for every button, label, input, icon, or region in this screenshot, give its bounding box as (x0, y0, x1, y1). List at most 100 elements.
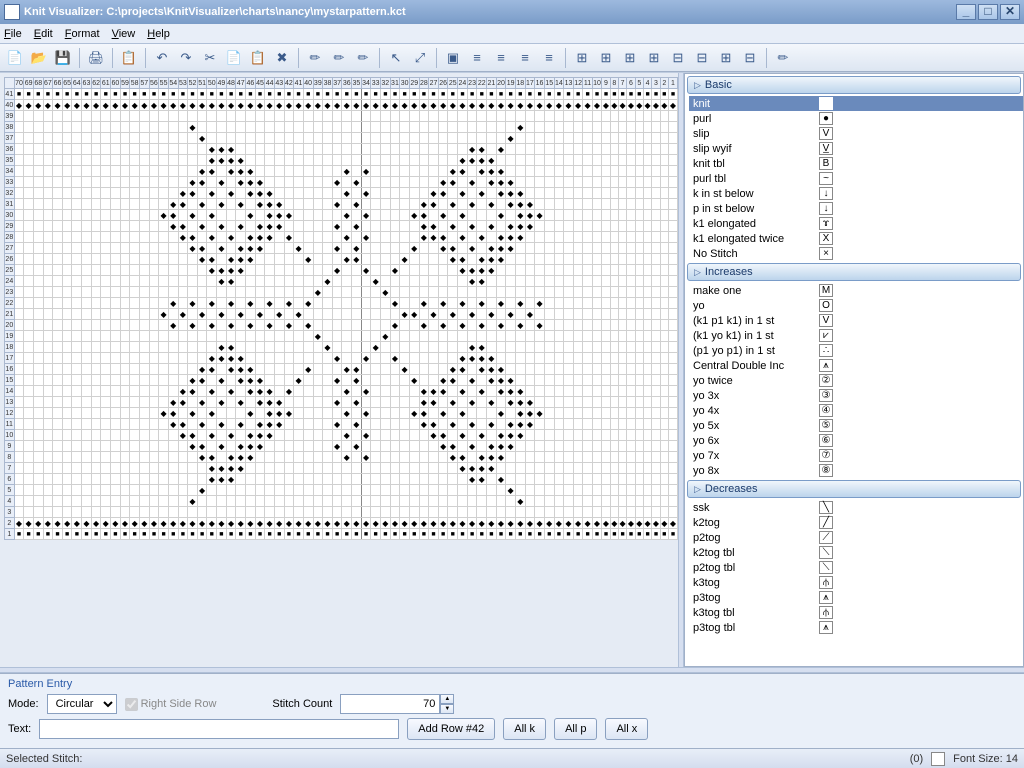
toolbar-btn-28[interactable]: ⊞ (571, 47, 593, 69)
toolbar-btn-19[interactable]: ↖ (385, 47, 407, 69)
palette-section-basic[interactable]: ▷ Basic (687, 76, 1021, 94)
stitch-yo-twice[interactable]: yo twice② (689, 373, 1023, 388)
toolbar-btn-17[interactable]: ✏ (352, 47, 374, 69)
rsr-checkbox: Right Side Row (125, 698, 217, 711)
stitch-palette[interactable]: ▷ Basic knitpurl●slipVslip wyifV̲knit tbl… (684, 73, 1024, 667)
toolbar-btn-0[interactable]: 📄 (4, 47, 26, 69)
toolbar-btn-16[interactable]: ✏ (328, 47, 350, 69)
toolbar-btn-30[interactable]: ⊞ (619, 47, 641, 69)
toolbar-btn-23[interactable]: ≡ (466, 47, 488, 69)
toolbar-btn-33[interactable]: ⊟ (691, 47, 713, 69)
maximize-button[interactable]: □ (978, 4, 998, 20)
toolbar-btn-25[interactable]: ≡ (514, 47, 536, 69)
toolbar-btn-13[interactable]: ✖ (271, 47, 293, 69)
toolbar-btn-29[interactable]: ⊞ (595, 47, 617, 69)
pattern-entry-panel: Pattern Entry Mode: Circular Right Side … (0, 673, 1024, 748)
toolbar-btn-34[interactable]: ⊞ (715, 47, 737, 69)
mode-select[interactable]: Circular (47, 694, 117, 714)
toolbar-btn-9[interactable]: ↷ (175, 47, 197, 69)
toolbar-btn-4[interactable]: 🖨 (85, 47, 107, 69)
spin-up[interactable]: ▲ (440, 694, 454, 704)
stitch-yo-3x[interactable]: yo 3x③ (689, 388, 1023, 403)
stitch-p3tog[interactable]: p3tog⩚ (689, 590, 1023, 605)
toolbar-btn-20[interactable]: ⤢ (409, 47, 431, 69)
close-button[interactable]: ✕ (1000, 4, 1020, 20)
toolbar-btn-11[interactable]: 📄 (223, 47, 245, 69)
toolbar-btn-24[interactable]: ≡ (490, 47, 512, 69)
stitch-knit-tbl[interactable]: knit tblB (689, 156, 1023, 171)
menu-format[interactable]: Format (65, 28, 100, 40)
status-icon (931, 752, 945, 766)
stitch-(p1-yo-p1)-in-1-st[interactable]: (p1 yo p1) in 1 st∴ (689, 343, 1023, 358)
add-row-button[interactable]: Add Row #42 (407, 718, 495, 740)
titlebar: Knit Visualizer: C:\projects\KnitVisuali… (0, 0, 1024, 24)
toolbar-btn-15[interactable]: ✏ (304, 47, 326, 69)
stitch-p3tog-tbl[interactable]: p3tog tbl⩚ (689, 620, 1023, 635)
stitch-slip[interactable]: slipV (689, 126, 1023, 141)
toolbar-btn-37[interactable]: ✏ (772, 47, 794, 69)
panel-title: Pattern Entry (8, 678, 1016, 690)
stitch-yo-4x[interactable]: yo 4x④ (689, 403, 1023, 418)
palette-section-increases[interactable]: ▷ Increases (687, 263, 1021, 281)
all-p-button[interactable]: All p (554, 718, 597, 740)
stitch-p-in-st-below[interactable]: p in st below↓ (689, 201, 1023, 216)
stitch-No-Stitch[interactable]: No Stitch× (689, 246, 1023, 261)
fontsize-label: Font Size: 14 (953, 753, 1018, 765)
stitch-(k1-yo-k1)-in-1-st[interactable]: (k1 yo k1) in 1 st⩗ (689, 328, 1023, 343)
stitch-count-input[interactable] (340, 694, 440, 714)
minimize-button[interactable]: _ (956, 4, 976, 20)
palette-section-decreases[interactable]: ▷ Decreases (687, 480, 1021, 498)
stitch-k3tog[interactable]: k3tog⫛ (689, 575, 1023, 590)
toolbar-btn-8[interactable]: ↶ (151, 47, 173, 69)
toolbar-btn-35[interactable]: ⊟ (739, 47, 761, 69)
status-bar: Selected Stitch: (0) Font Size: 14 (0, 748, 1024, 768)
stitch-k1-elongated-twice[interactable]: k1 elongated twiceX (689, 231, 1023, 246)
stitch-make-one[interactable]: make oneM (689, 283, 1023, 298)
stitch-Central-Double-Inc[interactable]: Central Double Inc⩚ (689, 358, 1023, 373)
menu-help[interactable]: Help (147, 28, 170, 40)
menubar: File Edit Format View Help (0, 24, 1024, 44)
toolbar-btn-32[interactable]: ⊟ (667, 47, 689, 69)
toolbar: 📄📂💾🖨📋↶↷✂📄📋✖✏✏✏↖⤢▣≡≡≡≡⊞⊞⊞⊞⊟⊟⊞⊟✏ (0, 44, 1024, 72)
stitch-knit[interactable]: knit (689, 96, 1023, 111)
toolbar-btn-1[interactable]: 📂 (28, 47, 50, 69)
stitch-purl-tbl[interactable]: purl tbl~ (689, 171, 1023, 186)
toolbar-btn-6[interactable]: 📋 (118, 47, 140, 69)
stitch-yo-8x[interactable]: yo 8x⑧ (689, 463, 1023, 478)
stitch-yo-6x[interactable]: yo 6x⑥ (689, 433, 1023, 448)
stitch-k1-elongated[interactable]: k1 elongatedɤ (689, 216, 1023, 231)
menu-view[interactable]: View (112, 28, 136, 40)
toolbar-btn-26[interactable]: ≡ (538, 47, 560, 69)
text-input[interactable] (39, 719, 399, 739)
stitch-slip-wyif[interactable]: slip wyifV̲ (689, 141, 1023, 156)
toolbar-btn-12[interactable]: 📋 (247, 47, 269, 69)
spin-down[interactable]: ▼ (440, 704, 454, 714)
stitch-ssk[interactable]: ssk╲ (689, 500, 1023, 515)
stitch-k3tog-tbl[interactable]: k3tog tbl⫛ (689, 605, 1023, 620)
selected-stitch-label: Selected Stitch: (6, 753, 82, 765)
menu-file[interactable]: File (4, 28, 22, 40)
toolbar-btn-31[interactable]: ⊞ (643, 47, 665, 69)
chart-canvas[interactable]: 7069686766656463626160595857565554535251… (0, 73, 678, 667)
coord-label: (0) (910, 753, 923, 765)
text-label: Text: (8, 723, 31, 735)
window-title: Knit Visualizer: C:\projects\KnitVisuali… (24, 6, 406, 18)
all-k-button[interactable]: All k (503, 718, 546, 740)
stitch-(k1-p1-k1)-in-1-st[interactable]: (k1 p1 k1) in 1 stV (689, 313, 1023, 328)
toolbar-btn-2[interactable]: 💾 (52, 47, 74, 69)
stitch-k-in-st-below[interactable]: k in st below↓ (689, 186, 1023, 201)
stitch-k2tog-tbl[interactable]: k2tog tbl⟍ (689, 545, 1023, 560)
stitch-yo-5x[interactable]: yo 5x⑤ (689, 418, 1023, 433)
all-x-button[interactable]: All x (605, 718, 648, 740)
mode-label: Mode: (8, 698, 39, 710)
toolbar-btn-10[interactable]: ✂ (199, 47, 221, 69)
stitch-yo[interactable]: yoO (689, 298, 1023, 313)
menu-edit[interactable]: Edit (34, 28, 53, 40)
stitch-p2tog[interactable]: p2tog⟋ (689, 530, 1023, 545)
stitch-k2tog[interactable]: k2tog╱ (689, 515, 1023, 530)
stitch-count-label: Stitch Count (272, 698, 332, 710)
toolbar-btn-22[interactable]: ▣ (442, 47, 464, 69)
stitch-yo-7x[interactable]: yo 7x⑦ (689, 448, 1023, 463)
stitch-p2tog-tbl[interactable]: p2tog tbl⟍ (689, 560, 1023, 575)
stitch-purl[interactable]: purl● (689, 111, 1023, 126)
